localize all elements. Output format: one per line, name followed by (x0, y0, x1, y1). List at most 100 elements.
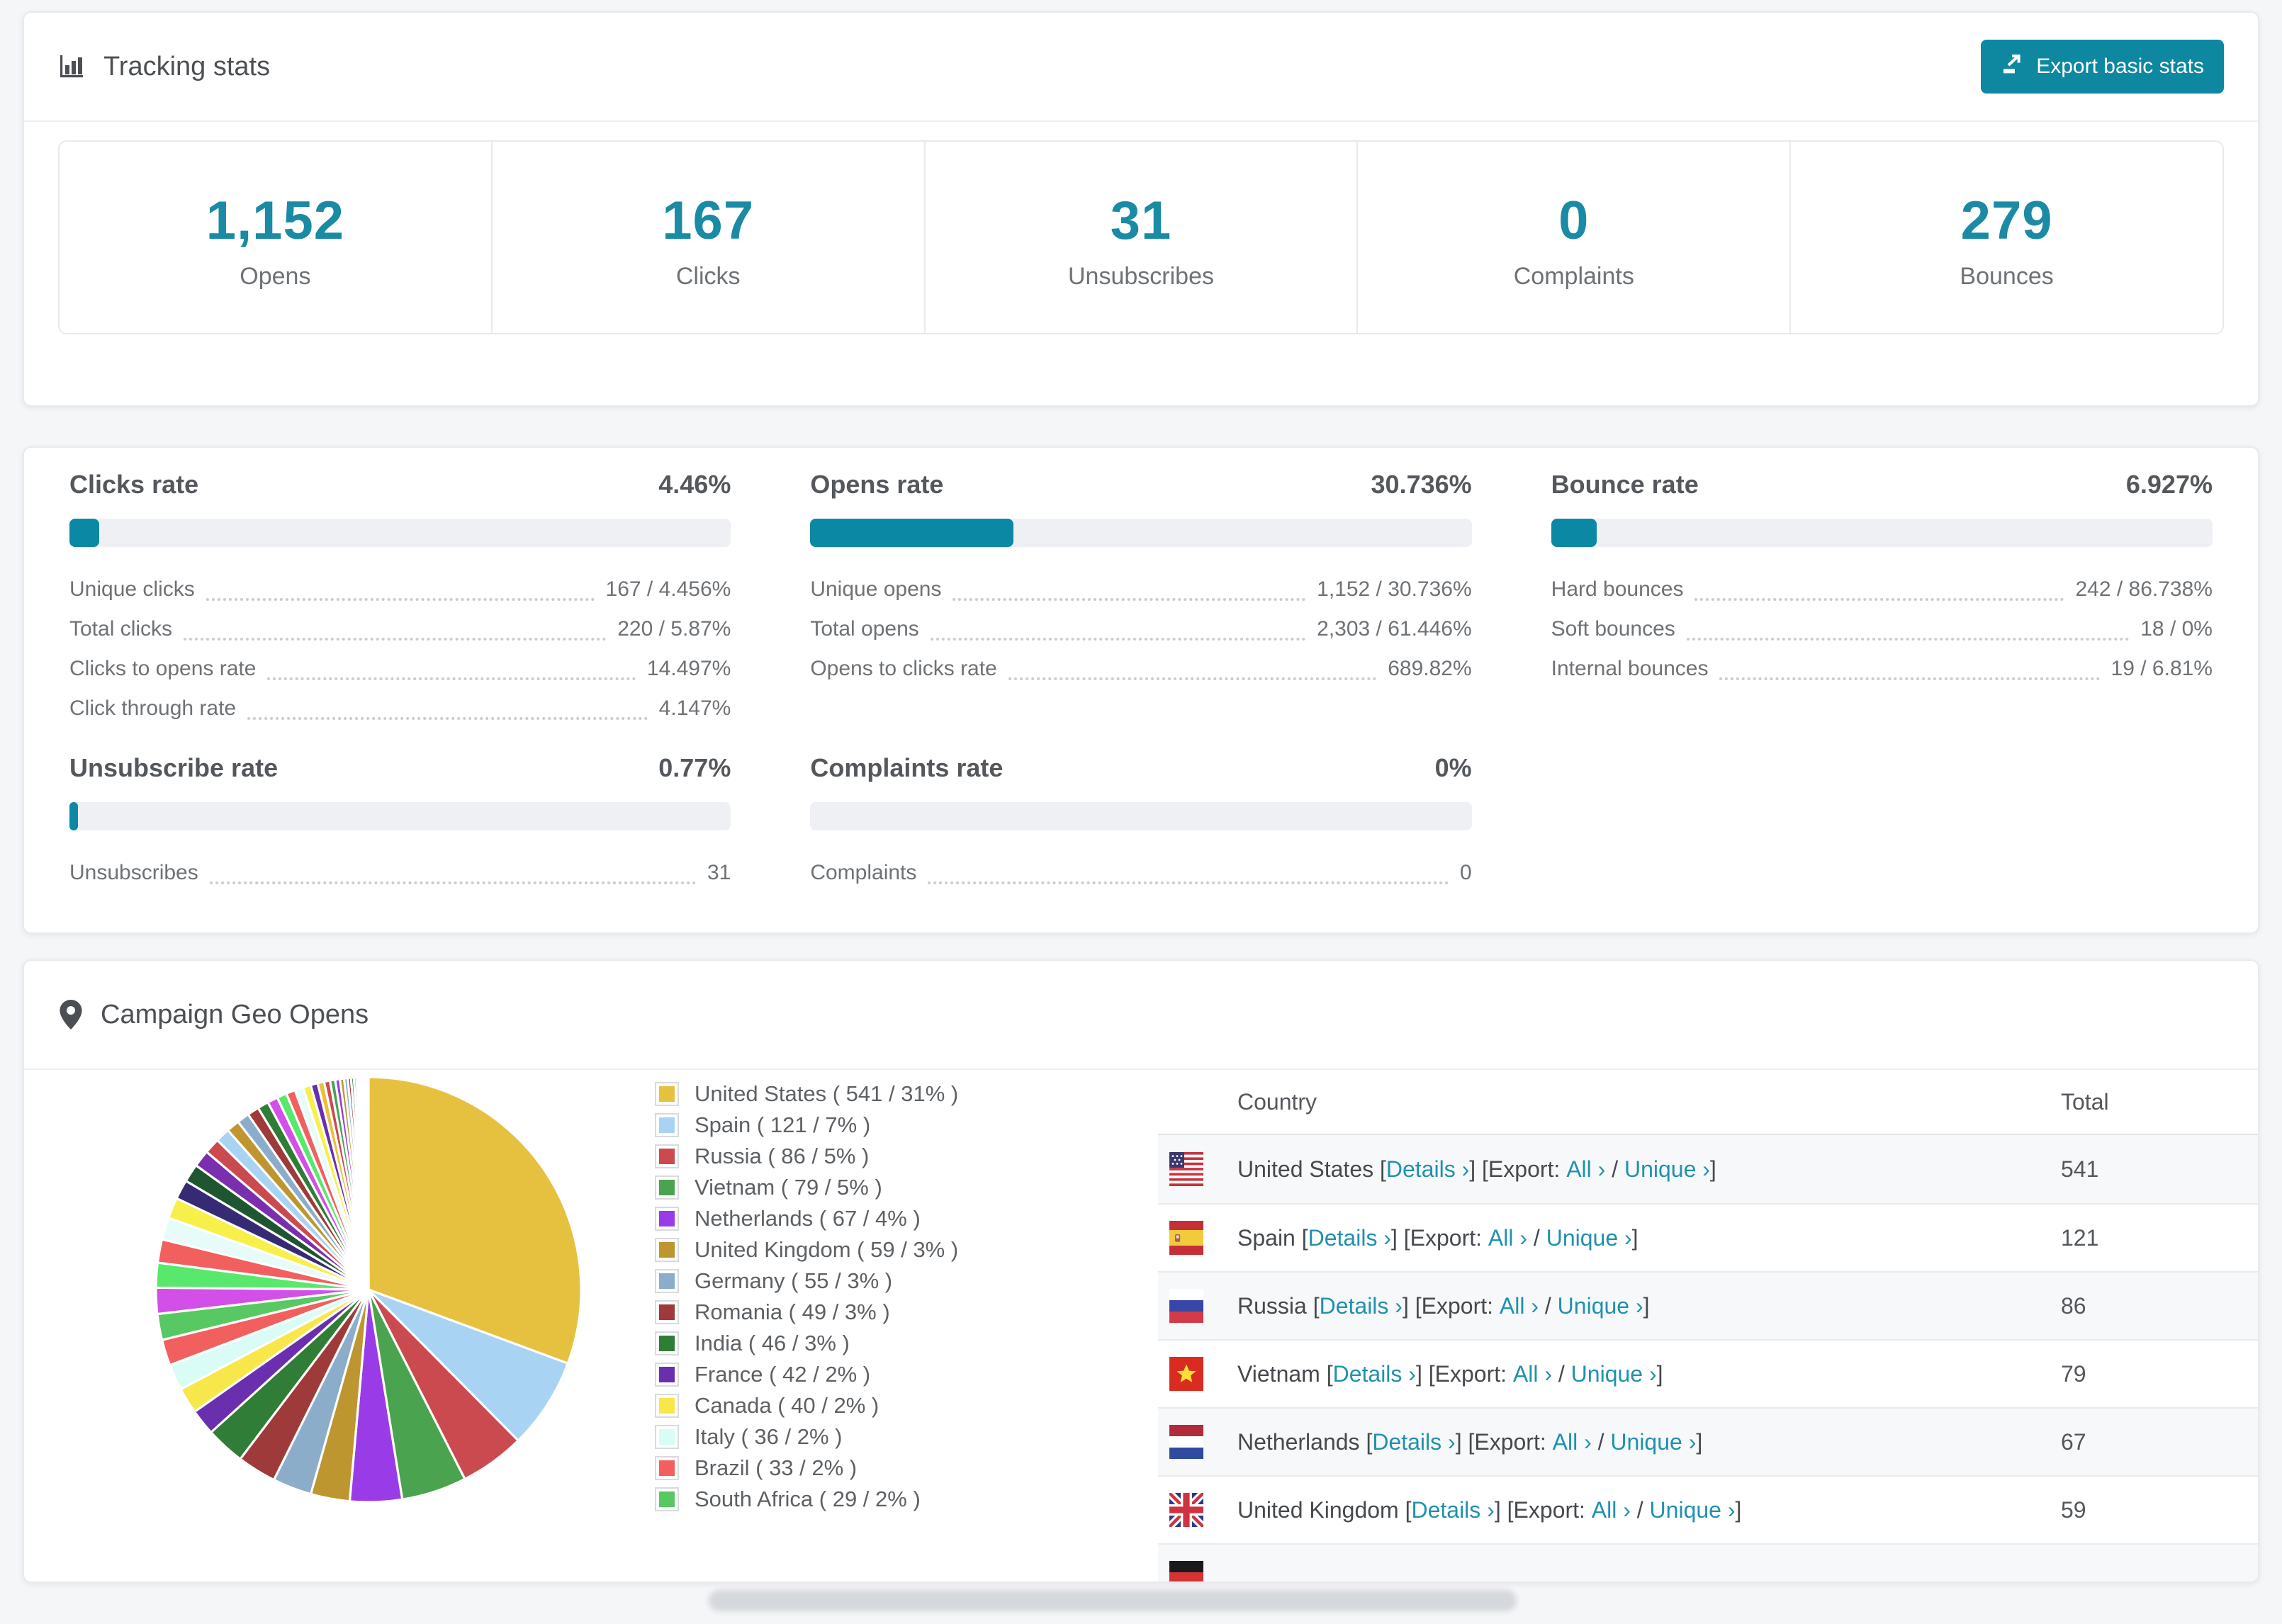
legend-item[interactable]: South Africa ( 29 / 2% ) (655, 1487, 958, 1512)
export-all-link[interactable]: All › (1566, 1156, 1605, 1183)
metric-value: 167 / 4.456% (605, 577, 731, 601)
legend-label: Romania ( 49 / 3% ) (695, 1299, 890, 1324)
legend-swatch (655, 1331, 679, 1355)
legend-label: Canada ( 40 / 2% ) (695, 1393, 879, 1418)
horizontal-scrollbar-thumb[interactable] (709, 1590, 1517, 1611)
geo-content: United States ( 541 / 31% ) Spain ( 121 … (24, 1070, 2258, 1581)
geo-table-row: Russia [Details ›] [Export: All › / Uniq… (1158, 1271, 2258, 1339)
details-link[interactable]: Details › (1372, 1429, 1455, 1455)
legend-item[interactable]: Spain ( 121 / 7% ) (655, 1112, 958, 1138)
export-all-link[interactable]: All › (1513, 1361, 1552, 1387)
details-link[interactable]: Details › (1411, 1497, 1494, 1523)
metric-value: 2,303 / 61.446% (1317, 617, 1472, 641)
geo-section-title: Campaign Geo Opens (101, 999, 369, 1030)
legend-item[interactable]: United States ( 541 / 31% ) (655, 1081, 958, 1107)
legend-item[interactable]: United Kingdom ( 59 / 3% ) (655, 1237, 958, 1263)
country-name: Spain (1237, 1224, 1295, 1251)
legend-item[interactable]: France ( 42 / 2% ) (655, 1362, 958, 1387)
legend-item[interactable]: Brazil ( 33 / 2% ) (655, 1455, 958, 1481)
export-all-link[interactable]: All › (1592, 1497, 1631, 1523)
country-total: 79 (2061, 1360, 2086, 1387)
rate-metric-row: Complaints 0 (810, 853, 1472, 893)
details-link[interactable]: Details › (1308, 1225, 1391, 1251)
country-name: United Kingdom (1237, 1496, 1399, 1523)
country-name: Vietnam (1237, 1360, 1320, 1387)
country-name: Netherlands (1237, 1428, 1360, 1455)
geo-table-header: Country Total (1158, 1070, 2258, 1135)
export-unique-link[interactable]: Unique › (1650, 1497, 1736, 1523)
metric-label: Clicks to opens rate (69, 657, 257, 680)
dotted-leader (1686, 638, 2130, 641)
tracking-stats-title: Tracking stats (58, 52, 270, 82)
legend-swatch (655, 1175, 679, 1200)
legend-item[interactable]: Germany ( 55 / 3% ) (655, 1268, 958, 1294)
country-total: 59 (2061, 1496, 2086, 1523)
geo-table-row: Netherlands [Details ›] [Export: All › /… (1158, 1407, 2258, 1475)
page-title: Tracking stats (103, 51, 271, 81)
stat-value: 1,152 (206, 191, 344, 251)
legend-item[interactable]: Romania ( 49 / 3% ) (655, 1299, 958, 1325)
metric-value: 14.497% (646, 657, 731, 680)
country-total: 121 (2061, 1224, 2099, 1251)
rate-metric-row: Click through rate 4.147% (69, 689, 731, 728)
export-all-link[interactable]: All › (1500, 1293, 1539, 1319)
metric-label: Hard bounces (1551, 577, 1684, 601)
rate-progress-track (810, 802, 1472, 830)
rate-metric-row: Unique opens 1,152 / 30.736% (810, 570, 1472, 609)
rate-progress-track (69, 519, 731, 547)
flag-es-icon (1169, 1221, 1203, 1255)
legend-swatch (655, 1113, 679, 1137)
details-link[interactable]: Details › (1333, 1361, 1416, 1387)
legend-swatch (655, 1300, 679, 1324)
rate-metric-row: Total clicks 220 / 5.87% (69, 609, 731, 649)
summary-stat-card: 1,152 Opens (60, 142, 493, 333)
export-unique-link[interactable]: Unique › (1558, 1293, 1643, 1319)
legend-item[interactable]: Vietnam ( 79 / 5% ) (655, 1175, 958, 1200)
metric-value: 18 / 0% (2140, 617, 2213, 641)
rate-rows: Unique opens 1,152 / 30.736% Total opens… (810, 570, 1472, 689)
rate-progress-track (69, 802, 731, 830)
legend-label: Brazil ( 33 / 2% ) (695, 1455, 858, 1480)
legend-item[interactable]: Netherlands ( 67 / 4% ) (655, 1206, 958, 1231)
export-icon (2001, 52, 2023, 81)
bar-chart-icon (58, 52, 86, 81)
map-pin-icon (58, 999, 84, 1030)
stat-value: 31 (1110, 191, 1172, 251)
export-unique-link[interactable]: Unique › (1571, 1361, 1657, 1387)
dotted-leader (952, 598, 1306, 601)
total-column-header: Total (2061, 1088, 2109, 1115)
geo-pie-chart[interactable] (149, 1070, 588, 1509)
legend-label: France ( 42 / 2% ) (695, 1362, 871, 1387)
legend-swatch (655, 1207, 679, 1231)
legend-item[interactable]: Russia ( 86 / 5% ) (655, 1144, 958, 1169)
metric-value: 0 (1459, 861, 1472, 884)
legend-swatch (655, 1269, 679, 1293)
export-basic-stats-button[interactable]: Export basic stats (1981, 40, 2224, 94)
legend-label: United Kingdom ( 59 / 3% ) (695, 1237, 959, 1262)
export-all-link[interactable]: All › (1488, 1225, 1527, 1251)
geo-title-wrap: Campaign Geo Opens (58, 999, 369, 1030)
rates-card: Clicks rate 4.46% Unique clicks 167 / 4.… (23, 446, 2259, 934)
export-unique-link[interactable]: Unique › (1624, 1156, 1710, 1183)
rate-percent: 4.46% (658, 470, 731, 499)
summary-stats-box: 1,152 Opens 167 Clicks 31 Unsubscribes 0… (58, 140, 2224, 334)
legend-item[interactable]: Canada ( 40 / 2% ) (655, 1393, 958, 1419)
metric-value: 4.147% (658, 697, 731, 720)
rate-title: Clicks rate (69, 470, 199, 499)
rate-title: Bounce rate (1551, 470, 1699, 499)
geo-table-row-partial (1158, 1543, 2258, 1581)
legend-item[interactable]: India ( 46 / 3% ) (655, 1331, 958, 1356)
metric-value: 1,152 / 30.736% (1317, 577, 1472, 601)
metric-label: Click through rate (69, 697, 237, 720)
export-unique-link[interactable]: Unique › (1610, 1429, 1696, 1455)
export-unique-link[interactable]: Unique › (1546, 1225, 1632, 1251)
dashboard-page: Tracking stats Export basic stats 1,152 … (0, 0, 2282, 1624)
export-all-link[interactable]: All › (1553, 1429, 1592, 1455)
details-link[interactable]: Details › (1386, 1156, 1469, 1183)
rates-grid: Clicks rate 4.46% Unique clicks 167 / 4.… (69, 468, 2213, 893)
pie-slice-other[interactable] (366, 1076, 370, 1291)
legend-label: Russia ( 86 / 5% ) (695, 1144, 870, 1168)
legend-swatch (655, 1144, 679, 1168)
legend-item[interactable]: Italy ( 36 / 2% ) (655, 1424, 958, 1450)
details-link[interactable]: Details › (1320, 1293, 1403, 1319)
